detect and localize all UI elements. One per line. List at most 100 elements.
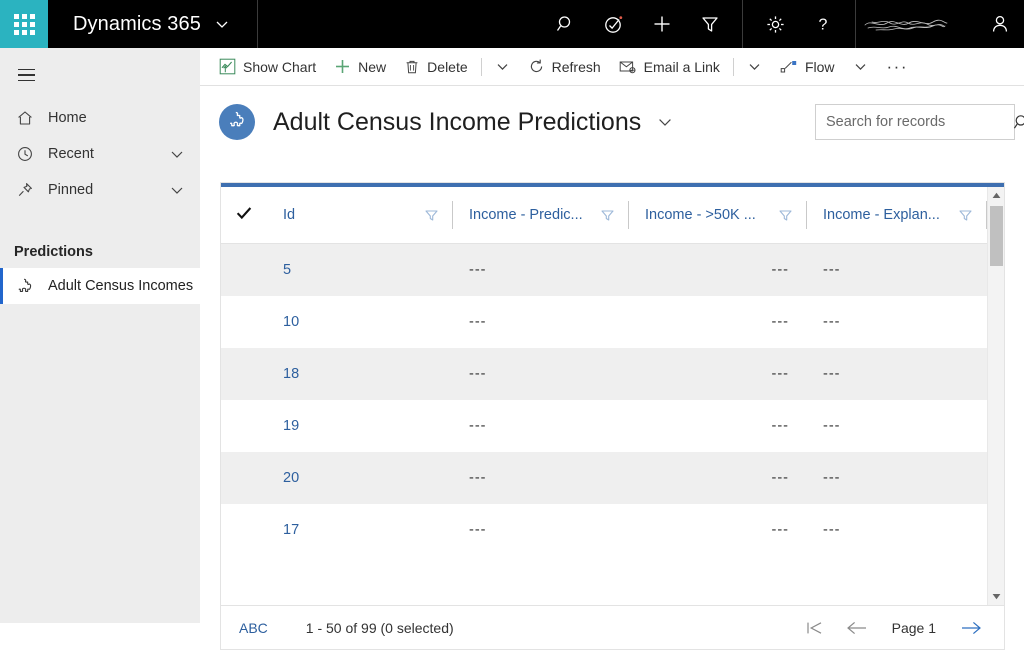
- search-icon[interactable]: [1013, 113, 1024, 131]
- table-row[interactable]: 20 --- --- ---: [221, 452, 987, 504]
- refresh-label: Refresh: [552, 59, 601, 75]
- cell-value: ---: [772, 366, 790, 382]
- cell-over-50k: ---: [629, 504, 807, 556]
- sidebar-item-label: Adult Census Incomes: [48, 278, 193, 294]
- grid-vertical-scrollbar[interactable]: [987, 187, 1004, 605]
- cell-id: 5: [267, 244, 453, 296]
- table-row[interactable]: 19 --- --- ---: [221, 400, 987, 452]
- delete-chevron-down-icon[interactable]: [486, 48, 519, 86]
- flow-icon: [780, 59, 798, 75]
- cell-predicted: ---: [453, 348, 629, 400]
- cell-explanation: ---: [807, 348, 987, 400]
- plus-icon: [334, 58, 351, 75]
- row-checkbox[interactable]: [221, 296, 267, 348]
- first-page-icon[interactable]: [794, 613, 836, 643]
- new-button[interactable]: New: [325, 48, 395, 86]
- delete-button[interactable]: Delete: [395, 48, 476, 86]
- assistant-icon[interactable]: [590, 0, 638, 48]
- settings-gear-icon[interactable]: [751, 0, 799, 48]
- sitemap-hamburger-icon[interactable]: [2, 56, 50, 94]
- person-avatar-icon[interactable]: [976, 0, 1024, 48]
- filter-funnel-icon[interactable]: [600, 208, 615, 223]
- column-header-label: Income - Predic...: [469, 207, 583, 223]
- filter-icon[interactable]: [686, 0, 734, 48]
- svg-text:?: ?: [819, 17, 828, 34]
- sidebar-item-pinned[interactable]: Pinned: [0, 172, 200, 208]
- email-link-icon: [619, 59, 637, 75]
- prev-page-arrow-left-icon[interactable]: [836, 613, 878, 643]
- column-header-over-50k[interactable]: Income - >50K ...: [629, 187, 807, 243]
- chart-up-icon: [219, 58, 236, 75]
- cell-explanation: ---: [807, 452, 987, 504]
- help-question-icon[interactable]: ?: [799, 0, 847, 48]
- filter-funnel-icon[interactable]: [958, 208, 973, 223]
- column-header-explanation[interactable]: Income - Explan...: [807, 187, 987, 243]
- cell-predicted: ---: [453, 452, 629, 504]
- trash-icon: [404, 59, 420, 75]
- scrollbar-thumb[interactable]: [990, 206, 1003, 266]
- row-checkbox[interactable]: [221, 348, 267, 400]
- column-header-id[interactable]: Id: [267, 187, 453, 243]
- record-link[interactable]: 20: [283, 470, 299, 486]
- record-link[interactable]: 5: [283, 262, 291, 278]
- waffle-menu-button[interactable]: [0, 0, 48, 48]
- sidebar-item-home[interactable]: Home: [0, 100, 200, 136]
- record-link[interactable]: 18: [283, 366, 299, 382]
- filter-funnel-icon[interactable]: [424, 208, 439, 223]
- cell-value: ---: [469, 418, 487, 434]
- cell-value: ---: [469, 262, 487, 278]
- row-checkbox[interactable]: [221, 244, 267, 296]
- app-switcher-chevron-down-icon[interactable]: [215, 17, 229, 31]
- email-chevron-down-icon[interactable]: [738, 48, 771, 86]
- row-checkbox[interactable]: [221, 504, 267, 556]
- cell-explanation: ---: [807, 504, 987, 556]
- record-link[interactable]: 19: [283, 418, 299, 434]
- search-input[interactable]: [826, 114, 1013, 130]
- flow-label: Flow: [805, 59, 835, 75]
- email-a-link-button[interactable]: Email a Link: [610, 48, 729, 86]
- chevron-down-icon[interactable]: [170, 183, 184, 197]
- view-selector-chevron-down-icon[interactable]: [657, 114, 673, 130]
- table-row[interactable]: 17 --- --- ---: [221, 504, 987, 556]
- flow-button[interactable]: Flow: [771, 48, 844, 86]
- row-checkbox[interactable]: [221, 400, 267, 452]
- delete-label: Delete: [427, 59, 467, 75]
- record-link[interactable]: 10: [283, 314, 299, 330]
- sidebar: Home Recent Pinned Predictions Adult C: [0, 48, 200, 623]
- alpha-filter-button[interactable]: ABC: [233, 620, 274, 636]
- cell-value: ---: [823, 262, 841, 278]
- table-row[interactable]: 10 --- --- ---: [221, 296, 987, 348]
- search-icon[interactable]: [542, 0, 590, 48]
- select-all-checkbox[interactable]: [221, 187, 267, 243]
- table-row[interactable]: 18 --- --- ---: [221, 348, 987, 400]
- sidebar-item-label: Pinned: [48, 182, 93, 198]
- scrollbar-track[interactable]: [988, 204, 1004, 588]
- record-link[interactable]: 17: [283, 522, 299, 538]
- puzzle-piece-icon: [16, 277, 42, 295]
- cell-over-50k: ---: [629, 348, 807, 400]
- cell-value: ---: [772, 418, 790, 434]
- sidebar-nav-list: Home Recent Pinned: [0, 100, 200, 208]
- show-chart-button[interactable]: Show Chart: [210, 48, 325, 86]
- cell-value: ---: [823, 470, 841, 486]
- table-row[interactable]: 5 --- --- ---: [221, 244, 987, 296]
- sidebar-item-recent[interactable]: Recent: [0, 136, 200, 172]
- refresh-button[interactable]: Refresh: [519, 48, 610, 86]
- flow-chevron-down-icon[interactable]: [844, 48, 877, 86]
- scroll-up-triangle-up-icon[interactable]: [988, 187, 1005, 204]
- column-header-predicted[interactable]: Income - Predic...: [453, 187, 629, 243]
- chevron-down-icon[interactable]: [170, 147, 184, 161]
- command-overflow-button[interactable]: ···: [877, 48, 918, 86]
- cell-value: ---: [469, 366, 487, 382]
- search-records-box[interactable]: [815, 104, 1015, 140]
- sidebar-item-adult-census-incomes[interactable]: Adult Census Incomes: [0, 268, 200, 304]
- grid-rows: 5 --- --- --- 10 --- --- --- 18: [221, 244, 987, 605]
- scroll-down-triangle-down-icon[interactable]: [988, 588, 1005, 605]
- cell-value: ---: [823, 418, 841, 434]
- page-title: Adult Census Income Predictions: [273, 108, 641, 137]
- row-checkbox[interactable]: [221, 452, 267, 504]
- cell-value: ---: [772, 522, 790, 538]
- next-page-arrow-right-icon[interactable]: [950, 613, 992, 643]
- filter-funnel-icon[interactable]: [778, 208, 793, 223]
- quick-create-icon[interactable]: [638, 0, 686, 48]
